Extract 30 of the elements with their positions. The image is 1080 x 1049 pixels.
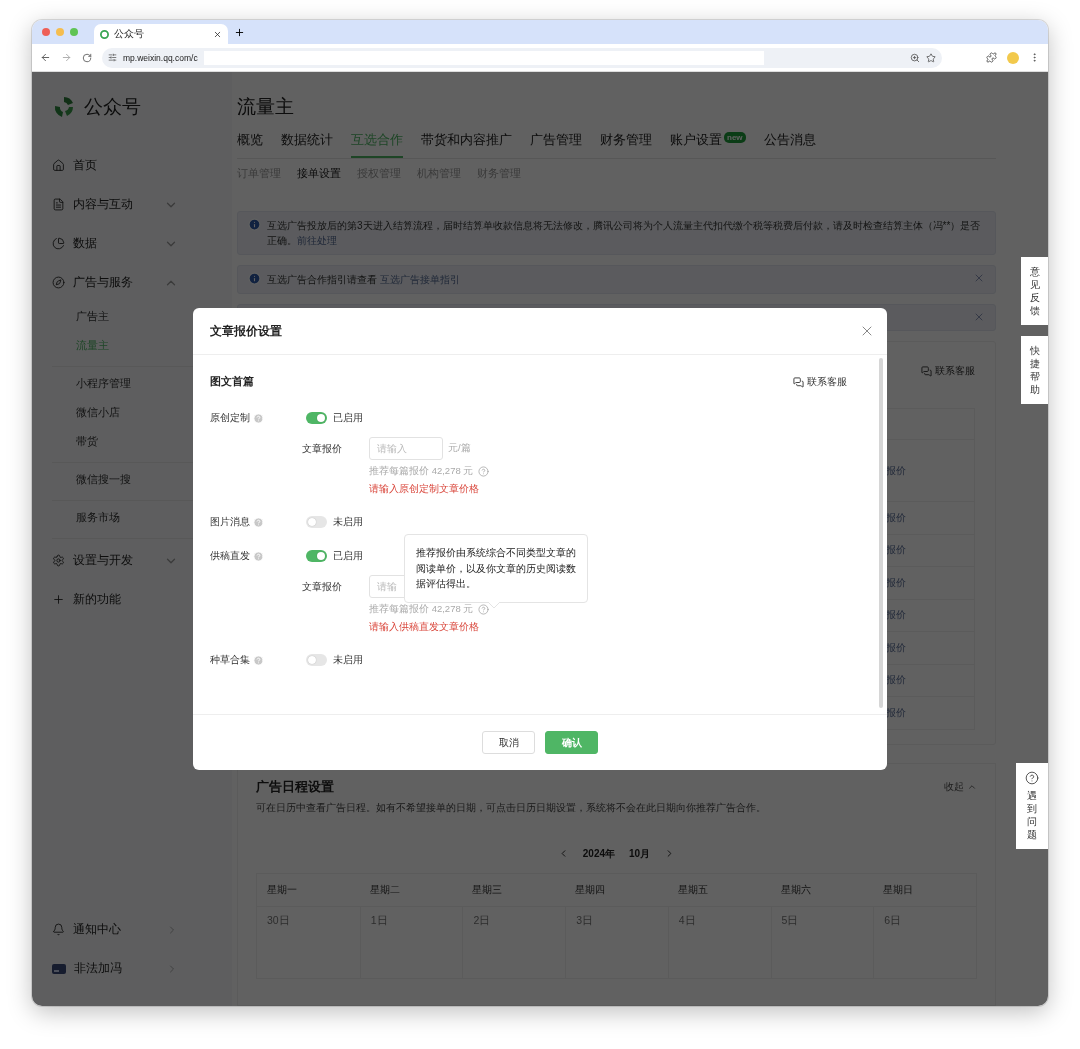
price-label: 文章报价 (302, 579, 343, 594)
section-title: 广告日程设置 (256, 777, 335, 796)
setting-label: 种草合集 (210, 653, 250, 667)
status-text: 未启用 (333, 653, 363, 667)
error-text: 请输入原创定制文章价格 (369, 483, 480, 496)
weekday-header: 星期日 (882, 882, 915, 897)
setting-label: 图片消息 (210, 515, 250, 529)
dialog-title: 文章报价设置 (210, 323, 283, 339)
status-text: 已启用 (333, 549, 363, 563)
setting-label: 供稿直发 (210, 549, 250, 563)
hint-text: 推荐每篇报价 42,278 元 (369, 465, 474, 478)
error-text: 请输入供稿直发文章价格 (369, 621, 480, 634)
url-text: mp.weixin.qq.com/c (123, 52, 198, 63)
weekday-header: 星期三 (471, 882, 504, 897)
tooltip-text: 推荐报价由系统综合不同类型文章的阅读单价，以及你文章的历史阅读数据评估得出。 (404, 534, 588, 603)
logo-text: 公众号 (84, 95, 141, 119)
section-title: 图文首篇 (210, 375, 255, 389)
year-label: 2024年 (582, 846, 616, 861)
page-title: 流量主 (237, 95, 295, 119)
month-label: 10月 (629, 846, 651, 861)
hint-text: 推荐每篇报价 42,278 元 (369, 603, 474, 616)
weekday-header: 星期五 (676, 882, 709, 897)
status-text: 未启用 (333, 515, 363, 529)
price-label: 文章报价 (302, 441, 343, 456)
weekday-header: 星期四 (574, 882, 607, 897)
weekday-header: 星期六 (779, 882, 812, 897)
setting-label: 原创定制 (210, 411, 250, 425)
status-text: 已启用 (333, 411, 363, 425)
new-badge: new (724, 132, 746, 143)
unit-text: 元/篇 (448, 442, 471, 455)
